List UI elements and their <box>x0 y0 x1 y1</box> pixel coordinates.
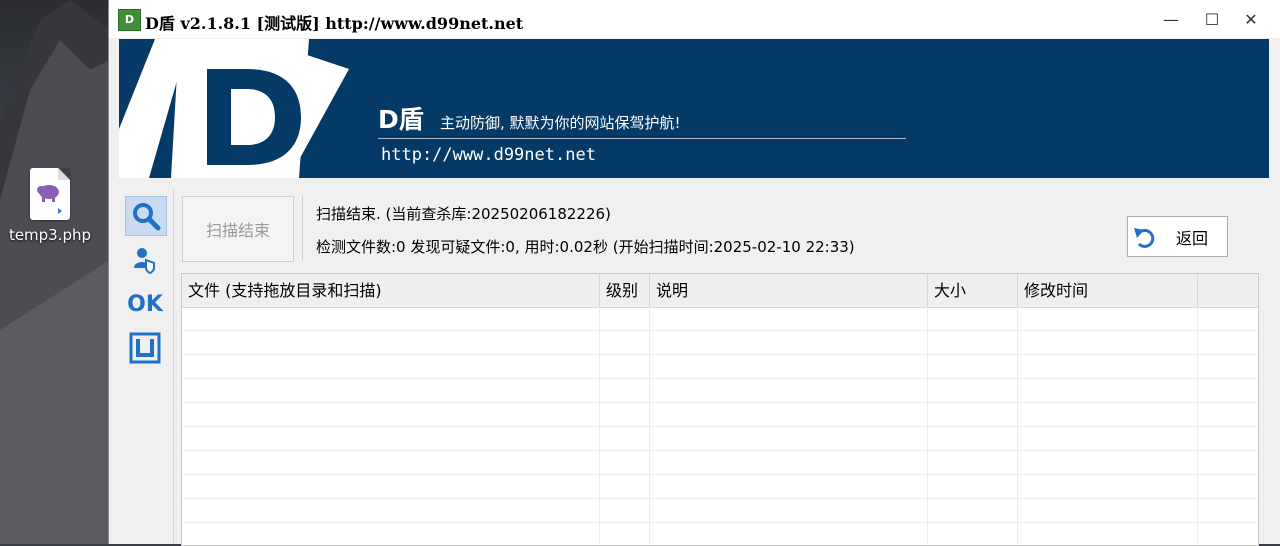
back-button[interactable]: 返回 <box>1127 216 1228 257</box>
table-row <box>182 475 1258 499</box>
app-window: D D盾 v2.1.8.1 [测试版] http://www.d99net.ne… <box>108 0 1280 546</box>
ok-icon: OK <box>127 291 163 317</box>
minimize-button[interactable]: — <box>1151 6 1191 34</box>
d-shield-logo <box>119 39 349 178</box>
close-button[interactable]: ✕ <box>1231 6 1271 34</box>
frame-tool-button[interactable] <box>125 328 165 368</box>
banner-slogan: 主动防御, 默默为你的网站保驾护航! <box>440 114 681 132</box>
user-tool-button[interactable] <box>125 240 165 280</box>
scan-status-text: 扫描结束. (当前查杀库:20250206182226) <box>316 205 611 223</box>
back-button-label: 返回 <box>1176 228 1209 248</box>
scan-stats-text: 检测文件数:0 发现可疑文件:0, 用时:0.02秒 (开始扫描时间:2025-… <box>316 238 855 256</box>
table-row <box>182 355 1258 379</box>
banner: D盾 主动防御, 默默为你的网站保驾护航! http://www.d99net.… <box>119 39 1269 178</box>
maximize-button[interactable]: ☐ <box>1192 6 1232 34</box>
table-row <box>182 451 1258 475</box>
window-title: D盾 v2.1.8.1 [测试版] http://www.d99net.net <box>145 14 524 33</box>
user-shield-icon <box>134 248 155 274</box>
table-header: 文件 (支持拖放目录和扫描) 级别 说明 大小 修改时间 <box>182 274 1258 308</box>
column-header-modified[interactable]: 修改时间 <box>1018 274 1198 307</box>
mountain-wallpaper <box>0 0 110 544</box>
sidebar-divider <box>173 190 174 544</box>
table-row <box>182 331 1258 355</box>
desktop-file-icon[interactable]: temp3.php <box>4 168 96 244</box>
elephant-icon <box>37 185 62 214</box>
toolbar-divider <box>302 196 303 260</box>
ok-tool-button[interactable]: OK <box>125 284 165 324</box>
column-header-file[interactable]: 文件 (支持拖放目录和扫描) <box>182 274 600 307</box>
search-icon <box>133 203 161 231</box>
app-logo-icon: D <box>118 9 141 31</box>
square-frame-icon <box>129 332 161 364</box>
banner-brand: D盾 <box>378 105 424 134</box>
table-row <box>182 403 1258 427</box>
table-row <box>182 427 1258 451</box>
scan-finished-button[interactable]: 扫描结束 <box>182 196 294 262</box>
banner-divider <box>378 138 906 139</box>
desktop-file-label: temp3.php <box>8 226 92 244</box>
scan-tool-button[interactable] <box>125 196 167 236</box>
table-row <box>182 499 1258 523</box>
banner-url[interactable]: http://www.d99net.net <box>381 145 596 165</box>
left-toolbar: OK <box>125 196 169 372</box>
table-row <box>182 379 1258 403</box>
undo-arrow-icon <box>1134 227 1155 248</box>
column-header-size[interactable]: 大小 <box>928 274 1018 307</box>
php-file-icon <box>30 168 70 220</box>
column-header-level[interactable]: 级别 <box>600 274 650 307</box>
results-table[interactable]: 文件 (支持拖放目录和扫描) 级别 说明 大小 修改时间 <box>181 273 1259 546</box>
table-row <box>182 307 1258 331</box>
title-bar[interactable]: D D盾 v2.1.8.1 [测试版] http://www.d99net.ne… <box>109 0 1280 38</box>
column-header-description[interactable]: 说明 <box>650 274 928 307</box>
banner-tagline: D盾 主动防御, 默默为你的网站保驾护航! <box>378 100 681 136</box>
